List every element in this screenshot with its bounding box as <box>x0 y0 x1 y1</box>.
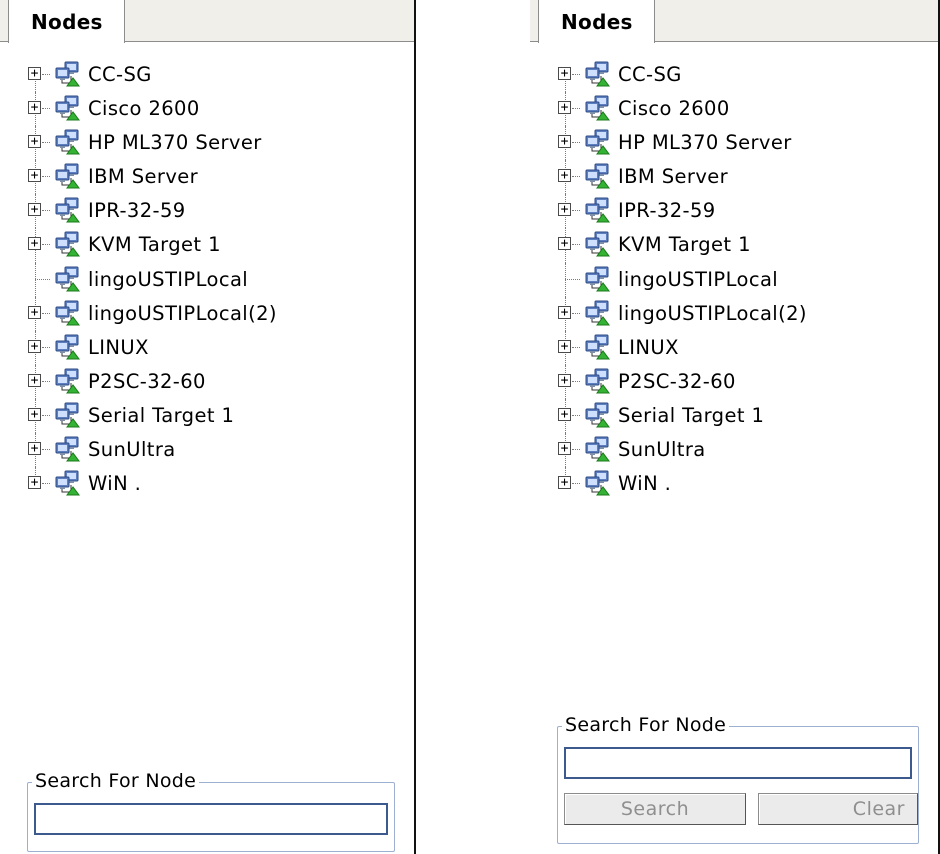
tree-node-label: P2SC-32-60 <box>618 369 736 393</box>
nodes-panel-right: Nodes + CC-SG + Cisco 2600 + HP ML370 Server +… <box>530 0 940 854</box>
search-input[interactable] <box>564 747 912 779</box>
nodes-panel-left: Nodes + CC-SG + Cisco 2600 + HP ML370 Server +… <box>0 0 416 854</box>
search-group-legend: Search For Node <box>562 712 730 738</box>
expand-plus-icon[interactable]: + <box>558 135 571 149</box>
expand-plus-icon[interactable]: + <box>558 305 571 319</box>
computer-network-icon <box>584 436 610 462</box>
expand-plus-icon[interactable]: + <box>28 442 41 456</box>
tab-bar: Nodes <box>0 0 414 43</box>
tree-node-label: WiN . <box>88 472 142 496</box>
computer-network-icon <box>584 402 610 428</box>
tree-node-label: KVM Target 1 <box>618 233 751 257</box>
computer-network-icon <box>584 334 610 360</box>
computer-network-icon <box>54 266 80 292</box>
expand-plus-icon[interactable]: + <box>558 339 571 353</box>
expand-plus-icon[interactable]: + <box>28 101 41 115</box>
computer-network-icon <box>54 231 80 257</box>
tree-node-label: IPR-32-59 <box>618 199 716 223</box>
tree-node-label: CC-SG <box>618 63 682 86</box>
expand-plus-icon[interactable]: + <box>558 373 571 387</box>
computer-network-icon <box>54 129 80 155</box>
computer-network-icon <box>584 129 610 155</box>
tree-node-label: SunUltra <box>88 438 176 462</box>
expand-plus-icon[interactable]: + <box>28 169 41 183</box>
search-group-legend: Search For Node <box>32 768 200 794</box>
computer-network-icon <box>584 61 610 87</box>
expand-plus-icon[interactable]: + <box>28 476 41 490</box>
tree-node-label: lingoUSTIPLocal(2) <box>618 301 807 325</box>
computer-network-icon <box>54 95 80 121</box>
expand-plus-icon[interactable]: + <box>558 67 571 80</box>
computer-network-icon <box>54 334 80 360</box>
search-for-node-group: Search For Node <box>27 768 395 852</box>
computer-network-icon <box>584 300 610 326</box>
tab-nodes[interactable]: Nodes <box>8 0 125 43</box>
tree-node-label: LINUX <box>88 335 149 359</box>
computer-network-icon <box>54 197 80 223</box>
computer-network-icon <box>54 300 80 326</box>
tree-node-label: SunUltra <box>618 438 706 462</box>
tree-node-label: lingoUSTIPLocal <box>88 267 249 291</box>
expand-plus-icon[interactable]: + <box>558 203 571 217</box>
tree-node-label: P2SC-32-60 <box>88 369 206 393</box>
tree-node-label: CC-SG <box>88 63 152 86</box>
tree-node-label: LINUX <box>618 335 679 359</box>
computer-network-icon <box>54 470 80 496</box>
tree-node-label: lingoUSTIPLocal <box>618 267 779 291</box>
tree-node-label: lingoUSTIPLocal(2) <box>88 301 277 325</box>
computer-network-icon <box>54 368 80 394</box>
expand-plus-icon[interactable]: + <box>558 169 571 183</box>
expand-plus-icon[interactable]: + <box>28 67 41 80</box>
tree-node-label: Serial Target 1 <box>88 403 235 427</box>
tree-node-label: KVM Target 1 <box>88 233 221 257</box>
tree-node-label: IPR-32-59 <box>88 199 186 223</box>
computer-network-icon <box>584 266 610 292</box>
computer-network-icon <box>584 470 610 496</box>
computer-network-icon <box>54 163 80 189</box>
computer-network-icon <box>584 95 610 121</box>
expand-plus-icon[interactable]: + <box>558 407 571 421</box>
expand-plus-icon[interactable]: + <box>558 442 571 456</box>
computer-network-icon <box>584 231 610 257</box>
expand-plus-icon[interactable]: + <box>28 339 41 353</box>
expand-plus-icon[interactable]: + <box>28 135 41 149</box>
tree-node-label: Serial Target 1 <box>618 403 765 427</box>
expand-plus-icon[interactable]: + <box>28 305 41 319</box>
expand-plus-icon[interactable]: + <box>558 476 571 490</box>
tree-node-label: IBM Server <box>88 165 199 189</box>
computer-network-icon <box>584 163 610 189</box>
search-for-node-group: Search For Node Search Clear <box>557 712 919 844</box>
tab-nodes[interactable]: Nodes <box>538 0 655 43</box>
search-button[interactable]: Search <box>564 793 746 825</box>
tree-node-label: Cisco 2600 <box>618 97 730 121</box>
tab-bar: Nodes <box>530 0 938 43</box>
computer-network-icon <box>54 436 80 462</box>
expand-plus-icon[interactable]: + <box>558 237 571 251</box>
computer-network-icon <box>584 197 610 223</box>
expand-plus-icon[interactable]: + <box>28 237 41 251</box>
expand-plus-icon[interactable]: + <box>28 407 41 421</box>
tree-node-label: HP ML370 Server <box>88 131 262 155</box>
computer-network-icon <box>54 402 80 428</box>
search-input[interactable] <box>34 803 388 835</box>
computer-network-icon <box>584 368 610 394</box>
tree-node-label: IBM Server <box>618 165 729 189</box>
tree-node-label: HP ML370 Server <box>618 131 792 155</box>
expand-plus-icon[interactable]: + <box>28 373 41 387</box>
expand-plus-icon[interactable]: + <box>28 203 41 217</box>
expand-plus-icon[interactable]: + <box>558 101 571 115</box>
tree-node-label: WiN . <box>618 472 672 496</box>
clear-button[interactable]: Clear <box>758 793 918 825</box>
tree-node-label: Cisco 2600 <box>88 97 200 121</box>
computer-network-icon <box>54 61 80 87</box>
